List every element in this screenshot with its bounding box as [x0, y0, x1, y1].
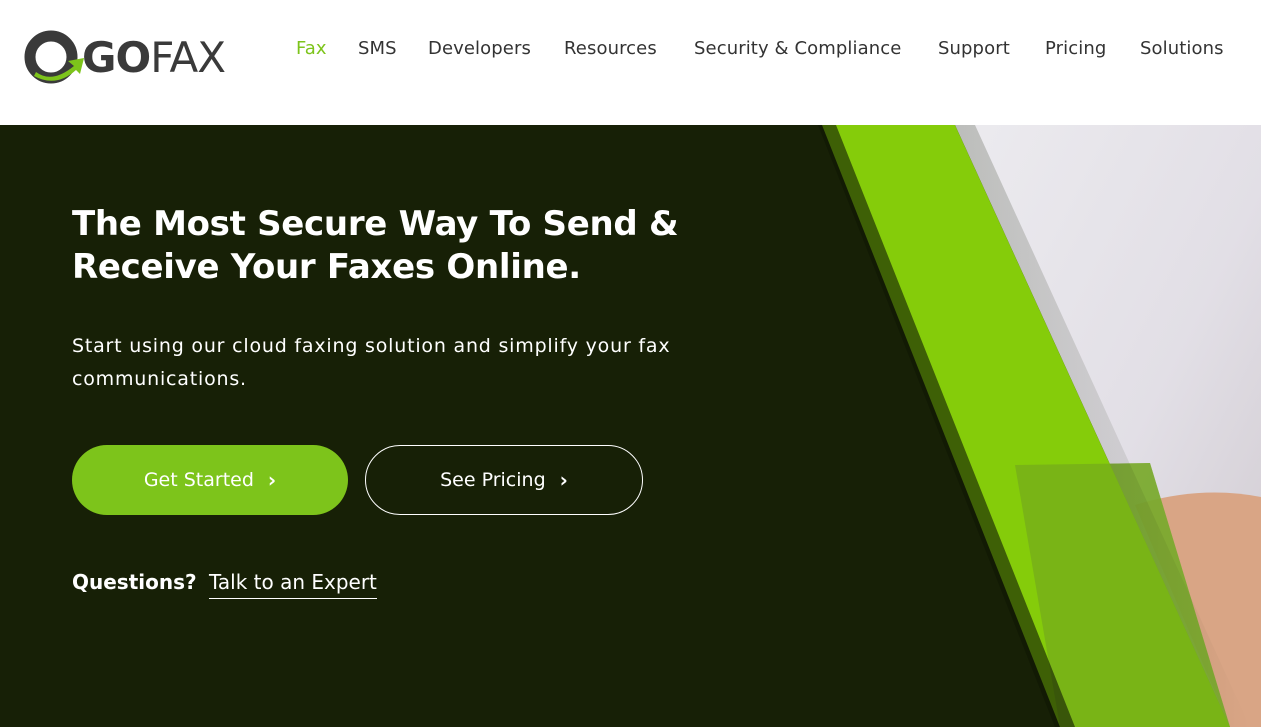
get-started-button[interactable]: Get Started ›: [72, 445, 348, 515]
see-pricing-button[interactable]: See Pricing ›: [365, 445, 643, 515]
nav-security-compliance[interactable]: Security & Compliance: [694, 38, 901, 59]
site-header: GOFAX Fax SMS Developers Resources Secur…: [0, 0, 1261, 125]
logo-wordmark: GOFAX: [82, 33, 226, 82]
nav-resources[interactable]: Resources: [564, 38, 657, 59]
chevron-right-icon: ›: [267, 468, 277, 492]
hero-section: The Most Secure Way To Send & Receive Yo…: [0, 125, 1261, 727]
nav-solutions[interactable]: Solutions: [1140, 38, 1224, 59]
questions-label: Questions?: [72, 570, 197, 594]
nav-developers[interactable]: Developers: [428, 38, 531, 59]
get-started-label: Get Started: [143, 469, 254, 491]
nav-support[interactable]: Support: [938, 38, 1010, 59]
hero-title: The Most Secure Way To Send & Receive Yo…: [72, 204, 679, 287]
talk-to-expert-link[interactable]: Talk to an Expert: [208, 570, 377, 599]
chevron-right-icon: ›: [559, 468, 568, 492]
nav-pricing[interactable]: Pricing: [1045, 38, 1106, 59]
gofax-logo[interactable]: GOFAX: [22, 28, 242, 86]
questions-line: Questions? Talk to an Expert: [72, 570, 377, 599]
hero-subtitle: Start using our cloud faxing solution an…: [72, 335, 671, 390]
see-pricing-label: See Pricing: [440, 469, 546, 491]
nav-fax[interactable]: Fax: [296, 38, 327, 59]
nav-sms[interactable]: SMS: [358, 38, 397, 59]
gofax-logo-mark-icon: [24, 30, 84, 84]
